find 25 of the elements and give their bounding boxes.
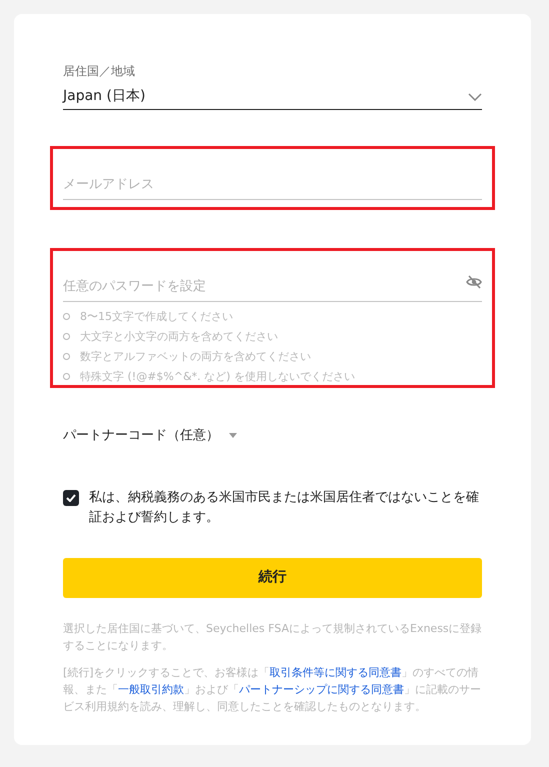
rule-bullet-icon <box>63 332 70 340</box>
rule-bullet-icon <box>63 312 70 320</box>
chevron-down-icon <box>468 92 482 100</box>
caret-down-icon <box>229 433 237 438</box>
password-rule: 数字とアルファベットの両方を含めてください <box>80 348 311 364</box>
terms-link[interactable]: パートナーシップに関する同意書 <box>239 682 404 696</box>
eye-slash-icon[interactable] <box>466 275 482 289</box>
country-select[interactable]: Japan (日本) <box>63 86 482 110</box>
password-rule: 特殊文字 (!@#$%^&*. など) を使用しないでください <box>80 368 355 384</box>
rule-bullet-icon <box>63 372 70 380</box>
password-rule: 大文字と小文字の両方を含めてください <box>80 328 278 344</box>
terms-text: [続行]をクリックすることで、お客様は「取引条件等に関する同意書」のすべての情報、また「一般取引約款」および「パートナーシップに関する同意書」に記載のサービス利用規約を読み、理解し、同意したことを確認したものとなります。 <box>63 664 482 714</box>
email-field[interactable]: メールアドレス <box>63 175 482 200</box>
country-label: 居住国／地域 <box>63 63 136 80</box>
declaration-text: 私は、納税義務のある米国市民または米国居住者ではないことを確証および誓約します。 <box>89 488 480 526</box>
declaration-checkbox[interactable] <box>63 490 79 506</box>
terms-link[interactable]: 一般取引約款 <box>118 682 184 696</box>
continue-button[interactable]: 続行 <box>63 558 482 598</box>
password-rule: 8〜15文字で作成してください <box>80 308 233 324</box>
rule-bullet-icon <box>63 352 70 360</box>
terms-link[interactable]: 取引条件等に関する同意書 <box>270 666 402 678</box>
partner-code-toggle[interactable]: パートナーコード（任意） <box>63 426 237 446</box>
password-field[interactable]: 任意のパスワードを設定 <box>63 277 482 302</box>
checkmark-icon <box>66 494 76 502</box>
registration-notice: 選択した居住国に基づいて、Seychelles FSAによって規制されているExnessに登録することになります。 <box>63 620 482 654</box>
